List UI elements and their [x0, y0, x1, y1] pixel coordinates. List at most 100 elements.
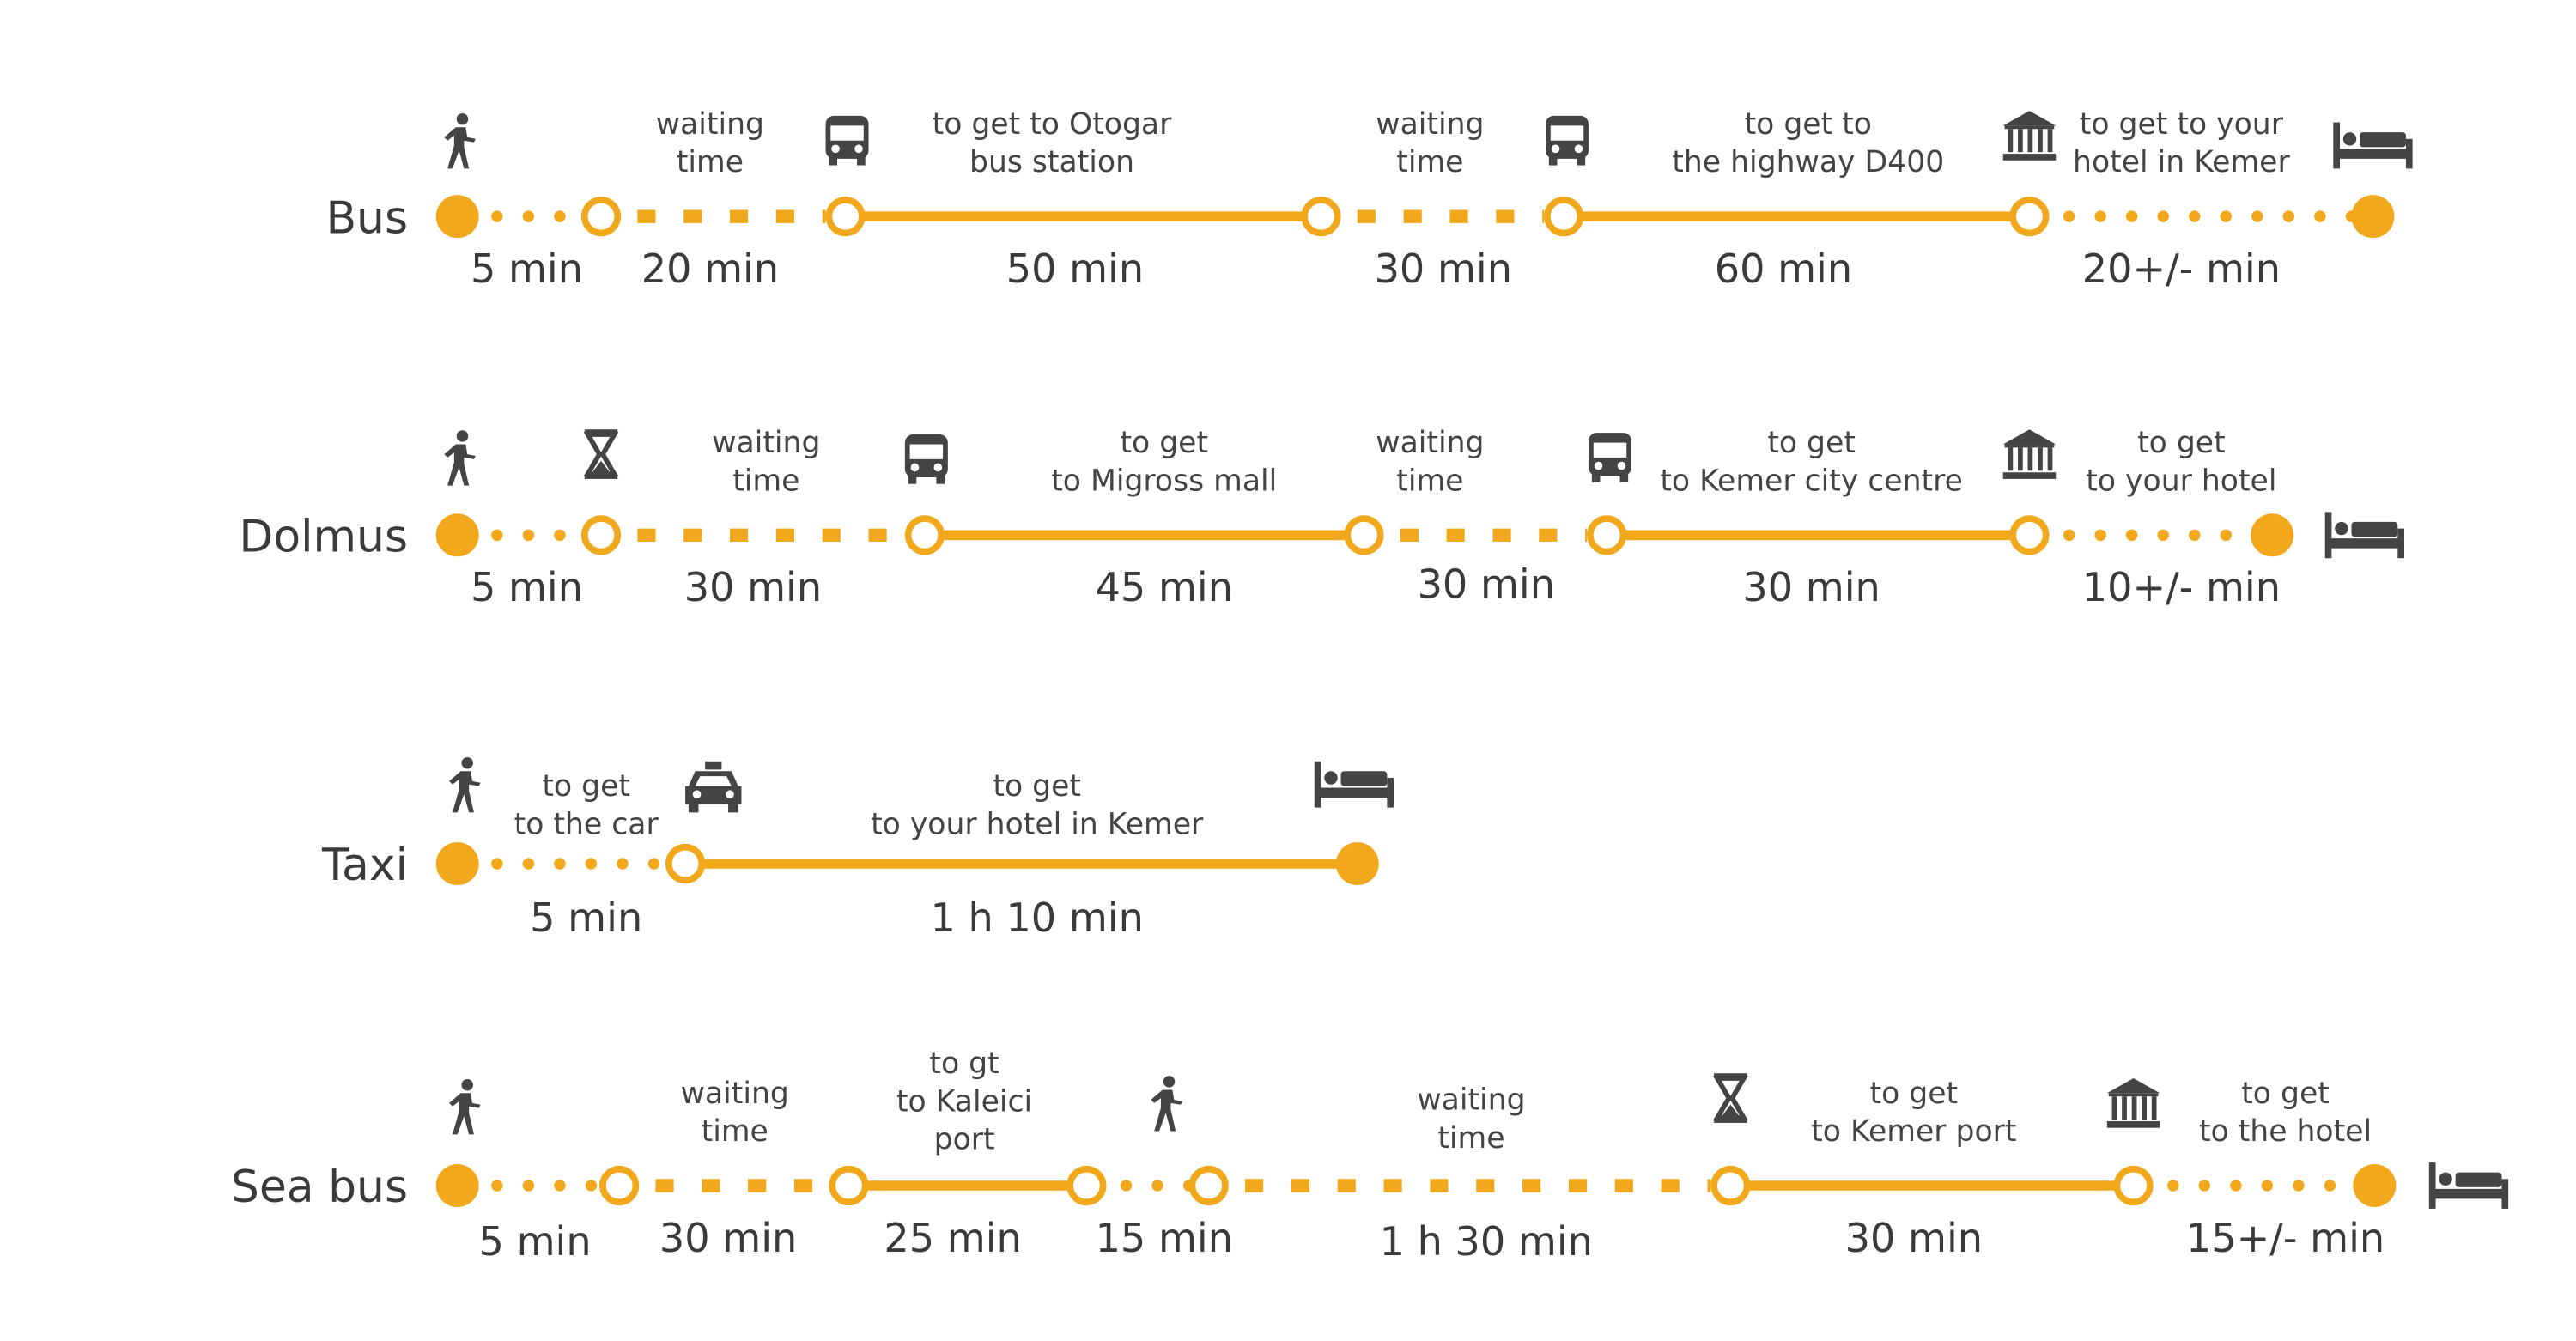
transfer-stop	[825, 197, 866, 237]
bed-icon	[2333, 122, 2413, 169]
segment-description: to Kemer port	[1811, 1114, 2016, 1149]
museum-icon	[2106, 1078, 2160, 1128]
segment-duration: 5 min	[471, 246, 583, 292]
museum-icon	[2002, 429, 2057, 479]
end-stop	[2351, 195, 2395, 239]
segment-description: to Kemer city centre	[1660, 464, 1963, 498]
segment-duration: 15 min	[1096, 1215, 1233, 1261]
segment-description: hotel in Kemer	[2073, 145, 2290, 179]
segment-description: to get	[1767, 426, 1856, 460]
route-taxi: Taxito getto the car5 minto getto your h…	[321, 756, 1394, 941]
transfer-stop	[580, 515, 622, 555]
bed-icon	[1314, 761, 1394, 808]
route-diagram-canvas: Bus5 minwaitingtime20 minto get to Otoga…	[231, 107, 2509, 1265]
route-dolmus: Dolmus 5 min waiting time 30 min to get to Mig…	[239, 426, 2404, 610]
segment-duration: 15+/- min	[2186, 1215, 2385, 1261]
walk-icon	[444, 430, 476, 486]
segment-duration: 30 min	[1742, 564, 1880, 610]
transfer-stop	[1587, 515, 1627, 555]
segment-description: to your hotel in Kemer	[871, 807, 1204, 841]
walk-icon	[444, 112, 476, 169]
segment-description: to get	[1120, 426, 1208, 460]
segment-duration: 45 min	[1096, 564, 1233, 610]
segment-description: time	[732, 464, 799, 498]
start-stop	[435, 842, 479, 885]
segment-duration: 5 min	[530, 895, 642, 941]
segment-duration: 5 min	[471, 564, 583, 610]
bus-icon	[1546, 115, 1589, 166]
segment-description: to get	[542, 769, 630, 804]
segment-description: time	[1396, 145, 1463, 179]
segment-description: waiting	[1417, 1083, 1525, 1118]
transfer-stop	[2009, 197, 2050, 237]
transfer-stop	[904, 515, 945, 555]
segment-description: to get to Otogar	[933, 107, 1172, 142]
segment-description: time	[1396, 464, 1463, 498]
bed-icon	[2428, 1162, 2509, 1209]
segment-description: bus station	[969, 145, 1134, 179]
segment-duration: 20+/- min	[2082, 246, 2281, 292]
transfer-stop	[1188, 1165, 1229, 1206]
segment-duration: 30 min	[659, 1215, 797, 1261]
segment-duration: 30 min	[684, 564, 822, 610]
segment-description: time	[702, 1114, 769, 1149]
segment-description: to your hotel	[2086, 464, 2276, 498]
transfer-stop	[1344, 515, 1384, 555]
museum-icon	[2002, 111, 2057, 161]
segment-duration: 1 h 10 min	[931, 895, 1144, 941]
transfer-stop	[1544, 197, 1584, 237]
route-label: Bus	[325, 192, 408, 244]
segment-duration: 20 min	[641, 246, 779, 292]
segment-duration: 60 min	[1715, 246, 1852, 292]
end-stop	[2251, 513, 2294, 557]
bus-icon	[904, 434, 948, 484]
route-sea-bus: Sea bus5 minwaitingtime30 minto gtto Kal…	[231, 1047, 2509, 1265]
segment-description: waiting	[656, 107, 764, 142]
segment-description: to Kaleici	[896, 1084, 1032, 1119]
segment-description: the highway D400	[1672, 145, 1944, 179]
transfer-stop	[1710, 1165, 1751, 1206]
transfer-stop	[580, 197, 622, 237]
segment-description: to gt	[929, 1047, 999, 1081]
segment-description: waiting	[712, 426, 820, 460]
route-label: Dolmus	[239, 512, 408, 563]
segment-description: to get to your	[2080, 107, 2284, 142]
segment-duration: 1 h 30 min	[1380, 1218, 1593, 1265]
start-stop	[435, 1164, 479, 1207]
route-label: Sea bus	[231, 1162, 408, 1213]
transfer-stop	[1301, 197, 1341, 237]
route-bus: Bus5 minwaitingtime20 minto get to Otoga…	[325, 107, 2413, 292]
start-stop	[435, 513, 479, 557]
segment-description: to Migross mall	[1051, 464, 1277, 498]
segment-description: to get	[2241, 1077, 2330, 1111]
segment-description: port	[934, 1123, 995, 1157]
transfer-stop	[1066, 1165, 1107, 1206]
bus-icon	[825, 115, 869, 166]
walk-icon	[449, 1078, 481, 1135]
segment-duration: 30 min	[1845, 1215, 1983, 1261]
hourglass-icon	[1712, 1073, 1748, 1123]
segment-description: to the hotel	[2199, 1114, 2372, 1149]
segment-duration: 30 min	[1418, 561, 1555, 607]
segment-description: waiting	[1376, 426, 1484, 460]
bus-icon	[1589, 433, 1631, 482]
transfer-stop	[2009, 515, 2050, 555]
end-stop	[2353, 1164, 2397, 1207]
segment-duration: 25 min	[884, 1215, 1021, 1261]
walk-icon	[1151, 1076, 1182, 1132]
end-stop	[1335, 842, 1379, 885]
segment-description: to get	[993, 769, 1081, 804]
segment-duration: 30 min	[1375, 246, 1512, 292]
segment-description: to the car	[514, 807, 659, 841]
segment-duration: 10+/- min	[2082, 564, 2281, 610]
transfer-stop	[2113, 1165, 2154, 1206]
start-stop	[435, 195, 479, 239]
taxi-icon	[685, 761, 742, 813]
segment-duration: 50 min	[1006, 246, 1144, 292]
bed-icon	[2324, 512, 2404, 559]
segment-description: to get	[1870, 1077, 1959, 1111]
segment-description: to get	[2137, 426, 2226, 460]
segment-description: waiting	[681, 1077, 789, 1111]
hourglass-icon	[583, 429, 619, 479]
segment-description: time	[677, 145, 744, 179]
